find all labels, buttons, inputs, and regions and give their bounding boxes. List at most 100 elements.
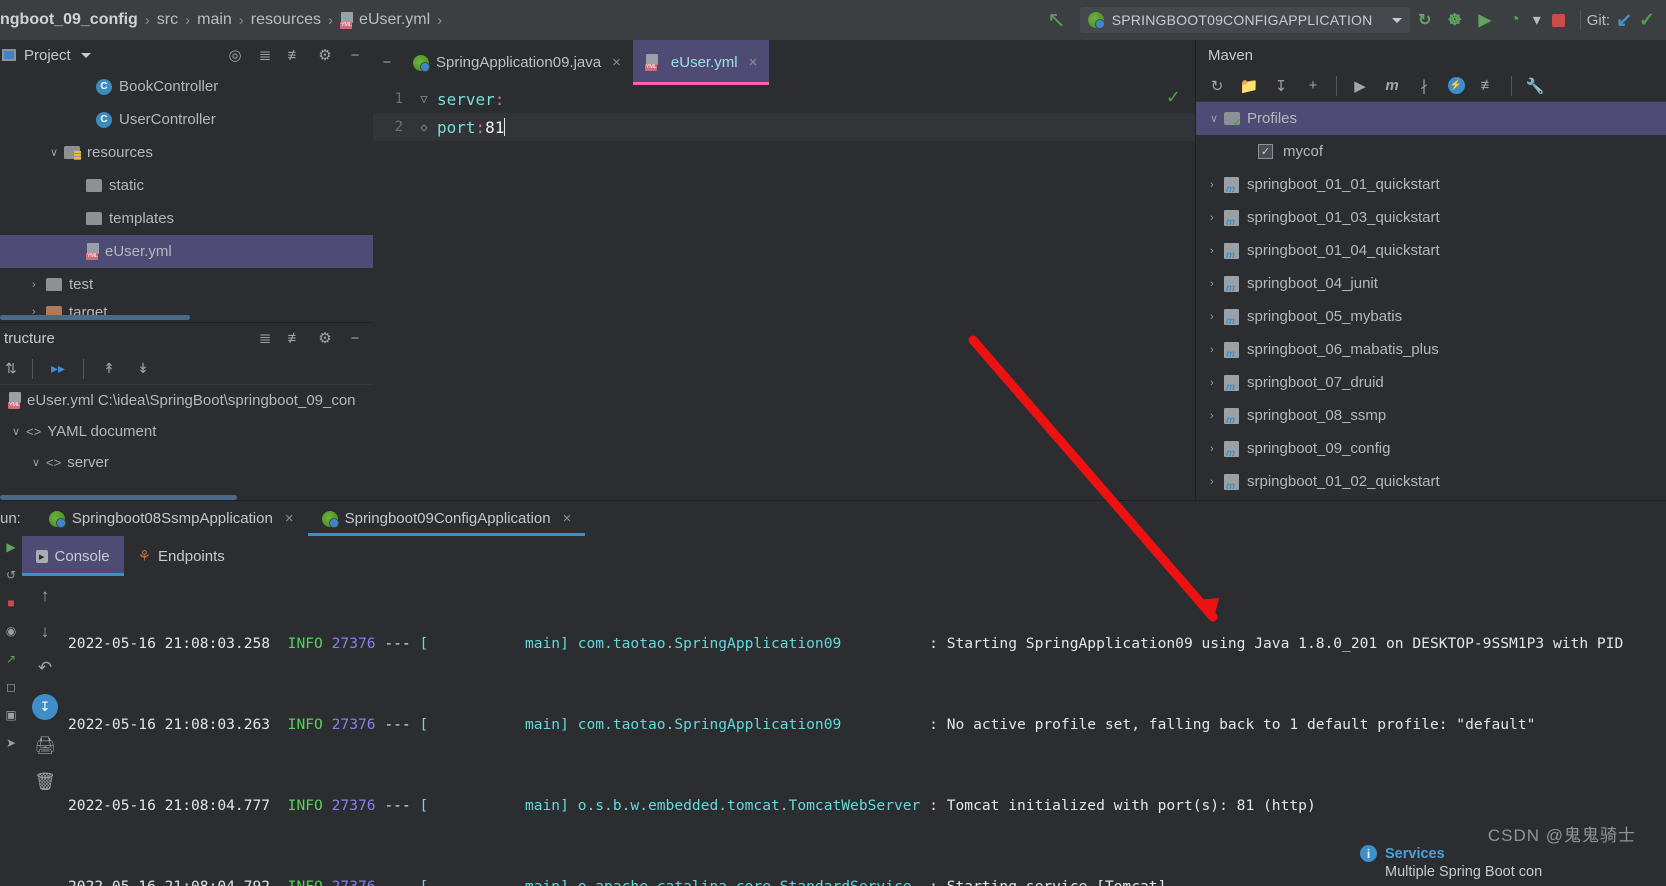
stop-button[interactable] <box>1544 5 1574 35</box>
toggle-skip-tests-icon[interactable]: ∤ <box>1409 71 1439 101</box>
run-tab-springboot09configapplication[interactable]: Springboot09ConfigApplication × <box>307 501 586 536</box>
reload-icon[interactable]: ↻ <box>1202 71 1232 101</box>
scroll-from-source-icon[interactable]: ↟ <box>94 354 124 384</box>
locate-icon[interactable]: ◎ <box>221 42 249 68</box>
tree-item-euser-yml[interactable]: eUser.yml <box>0 235 373 268</box>
maven-item-springboot-01-03-quickstart[interactable]: › springboot_01_03_quickstart <box>1196 201 1666 234</box>
breadcrumb-item-project[interactable]: ngboot_09_config <box>0 11 138 29</box>
pin-icon[interactable]: ➤ <box>6 736 16 750</box>
maven-item-springboot-01-04-quickstart[interactable]: › springboot_01_04_quickstart <box>1196 234 1666 267</box>
plus-icon[interactable]: + <box>1298 71 1328 101</box>
chevron-down-icon[interactable]: ∨ <box>50 146 64 159</box>
export-icon[interactable]: ↗ <box>6 652 16 666</box>
chevron-down-icon[interactable] <box>1391 17 1402 23</box>
add-maven-project-icon[interactable]: 📁 <box>1234 71 1264 101</box>
print-icon[interactable]: 🖨 <box>34 736 56 756</box>
profiler-button[interactable]: ◔ <box>1500 5 1530 35</box>
chevron-right-icon[interactable]: › <box>1210 212 1224 224</box>
close-icon[interactable]: × <box>285 510 294 527</box>
camera-icon[interactable]: ◉ <box>6 624 16 638</box>
code-editor[interactable]: 1 ▽ server: 2 ◇ port: 81 ✓ <box>373 85 1195 500</box>
profile-checkbox[interactable]: ✓ <box>1258 144 1273 159</box>
maven-item-springboot-04-junit[interactable]: › springboot_04_junit <box>1196 267 1666 300</box>
collapse-all-icon[interactable]: ≢ <box>1473 71 1503 101</box>
breadcrumb-item-src[interactable]: src <box>157 11 178 29</box>
chevron-right-icon[interactable]: › <box>1210 377 1224 389</box>
tab-endpoints[interactable]: ⚘ Endpoints <box>124 536 239 576</box>
git-commit-icon[interactable]: ✓ <box>1632 5 1662 35</box>
maven-item-springboot-07-druid[interactable]: › springboot_07_druid <box>1196 366 1666 399</box>
breadcrumb-item-main[interactable]: main <box>197 11 232 29</box>
run-icon[interactable]: ▶ <box>1345 71 1375 101</box>
profiler-dropdown-icon[interactable]: ▾ <box>1530 5 1544 35</box>
chevron-down-icon[interactable]: ∨ <box>12 425 26 438</box>
maven-item-springboot-09-config[interactable]: › springboot_09_config <box>1196 432 1666 465</box>
scroll-to-end-icon[interactable]: ↧ <box>32 694 58 720</box>
gear-icon[interactable]: ⚙ <box>311 325 339 351</box>
chevron-right-icon[interactable]: › <box>1210 245 1224 257</box>
structure-item-file[interactable]: eUser.yml C:\idea\SpringBoot\springboot_… <box>0 385 373 416</box>
breadcrumb-item-resources[interactable]: resources <box>251 11 321 29</box>
maven-item-profiles[interactable]: ∨ Profiles <box>1196 102 1666 135</box>
rerun-button[interactable]: ↻ <box>1410 5 1440 35</box>
tree-item-test[interactable]: › test <box>0 268 373 301</box>
chevron-down-icon[interactable]: ∨ <box>1210 112 1224 125</box>
editor-tab-euser-yml[interactable]: eUser.yml × <box>632 40 770 85</box>
toggle-offline-icon[interactable]: ⚡ <box>1441 71 1471 101</box>
sort-alphabetically-icon[interactable]: ⇅ <box>0 354 22 384</box>
bookmark-icon[interactable]: ◇ <box>411 120 437 134</box>
maven-item-springboot-05-mybatis[interactable]: › springboot_05_mybatis <box>1196 300 1666 333</box>
download-sources-icon[interactable]: ↧ <box>1266 71 1296 101</box>
fold-collapse-icon[interactable]: ▽ <box>411 92 437 106</box>
close-icon[interactable]: ◻ <box>6 680 16 694</box>
down-icon[interactable]: ↓ <box>41 622 50 642</box>
layout-icon[interactable]: ▣ <box>5 708 16 722</box>
close-icon[interactable]: × <box>563 510 572 527</box>
tree-item-usercontroller[interactable]: C UserController <box>0 103 373 136</box>
rerun-icon[interactable]: ▶ <box>6 540 15 554</box>
expand-icon[interactable]: ▸▸ <box>43 354 73 384</box>
chevron-right-icon[interactable]: › <box>1210 476 1224 488</box>
chevron-right-icon[interactable]: › <box>32 279 46 291</box>
tree-item-bookcontroller[interactable]: C BookController <box>0 70 373 103</box>
git-update-project-icon[interactable]: ↙ <box>1616 9 1632 32</box>
tree-item-resources[interactable]: ∨ resources <box>0 136 373 169</box>
tab-console[interactable]: ▸ Console <box>22 536 124 576</box>
scroll-to-source-icon[interactable]: ↡ <box>128 354 158 384</box>
up-icon[interactable]: ↑ <box>41 586 50 606</box>
run-configuration-selector[interactable]: SPRINGBOOT09CONFIGAPPLICATION <box>1079 7 1410 33</box>
run-tab-springboot08ssmpapplication[interactable]: Springboot08SsmpApplication × <box>35 501 308 536</box>
execute-maven-goal-icon[interactable]: m <box>1377 71 1407 101</box>
settings-wrench-icon[interactable]: 🔧 <box>1520 71 1550 101</box>
chevron-right-icon[interactable]: › <box>1210 443 1224 455</box>
editor-tab-springapplication09-java[interactable]: SpringApplication09.java × <box>401 40 633 85</box>
chevron-right-icon[interactable]: › <box>1210 344 1224 356</box>
project-horizontal-scrollbar[interactable] <box>0 315 190 320</box>
chevron-right-icon[interactable]: › <box>1210 179 1224 191</box>
collapse-all-icon[interactable]: ≢ <box>281 42 309 68</box>
chevron-right-icon[interactable]: › <box>1210 311 1224 323</box>
soft-wrap-icon[interactable]: ↶ <box>38 658 52 678</box>
collapse-all-icon[interactable]: ≢ <box>281 325 309 351</box>
run-with-coverage-button[interactable]: ▶ <box>1470 5 1500 35</box>
close-icon[interactable]: × <box>612 54 621 71</box>
chevron-down-icon[interactable]: ∨ <box>32 456 46 469</box>
tree-item-static[interactable]: static <box>0 169 373 202</box>
inspection-status-icon[interactable]: ✓ <box>1166 87 1181 108</box>
stop-icon[interactable]: ■ <box>7 596 14 610</box>
maven-item-springboot-01-01-quickstart[interactable]: › springboot_01_01_quickstart <box>1196 168 1666 201</box>
structure-item-server[interactable]: ∨ <> server <box>0 447 373 478</box>
code-line-1[interactable]: 1 ▽ server: <box>373 85 1195 113</box>
chevron-down-icon[interactable] <box>80 52 91 58</box>
chevron-right-icon[interactable]: › <box>1210 410 1224 422</box>
maven-item-mycof[interactable]: ✓ mycof <box>1196 135 1666 168</box>
gear-icon[interactable]: ⚙ <box>311 42 339 68</box>
maven-item-srpingboot-01-02-quickstart[interactable]: › srpingboot_01_02_quickstart <box>1196 465 1666 498</box>
maven-item-springboot-06-mabatis-plus[interactable]: › springboot_06_mabatis_plus <box>1196 333 1666 366</box>
navigate-back-icon[interactable]: ↖ <box>1047 7 1065 33</box>
code-line-2[interactable]: 2 ◇ port: 81 <box>373 113 1195 141</box>
rerun-failed-icon[interactable]: ↺ <box>6 568 16 582</box>
tree-item-templates[interactable]: templates <box>0 202 373 235</box>
trash-icon[interactable]: 🗑 <box>34 772 56 792</box>
minimize-icon[interactable]: − <box>341 42 369 68</box>
